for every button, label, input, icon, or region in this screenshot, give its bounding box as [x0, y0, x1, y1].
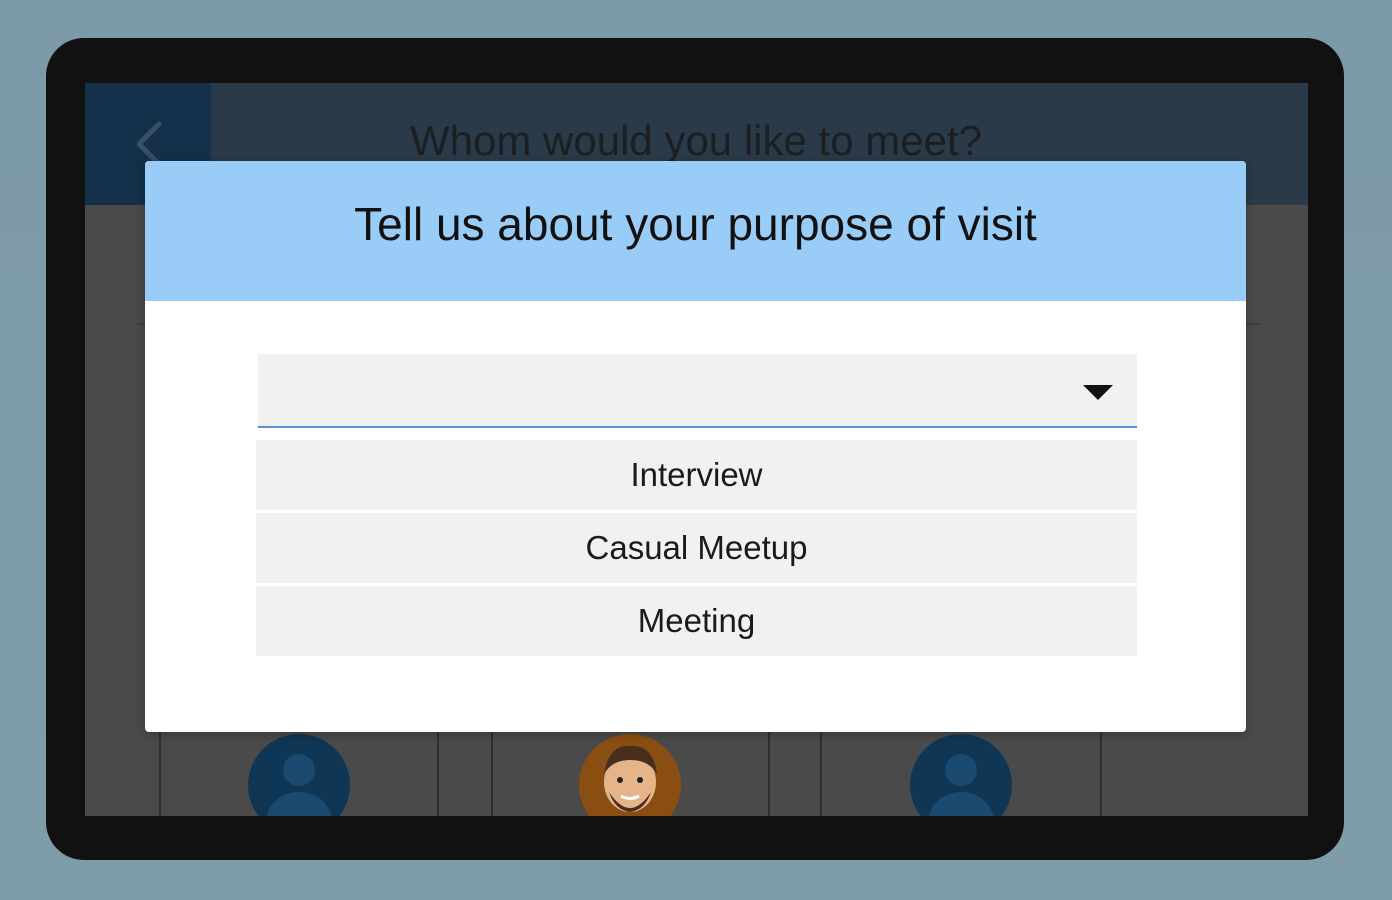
person-icon	[945, 754, 977, 786]
divider	[768, 731, 770, 816]
option-meeting[interactable]: Meeting	[256, 586, 1137, 656]
purpose-options-list: Interview Casual Meetup Meeting	[256, 440, 1137, 659]
divider	[820, 731, 822, 816]
divider	[437, 731, 439, 816]
caret-down-icon[interactable]	[1083, 385, 1113, 400]
page-title: Whom would you like to meet?	[410, 117, 982, 164]
person-icon	[283, 754, 315, 786]
people-list	[85, 731, 1308, 816]
avatar[interactable]	[579, 734, 681, 816]
divider	[159, 731, 161, 816]
divider	[1100, 731, 1102, 816]
dialog-title: Tell us about your purpose of visit	[354, 198, 1037, 250]
person-photo	[579, 734, 681, 816]
dialog-header: Tell us about your purpose of visit	[145, 161, 1246, 301]
purpose-dialog: Tell us about your purpose of visit Inte…	[145, 161, 1246, 732]
divider	[491, 731, 493, 816]
avatar[interactable]	[248, 734, 350, 816]
purpose-select[interactable]	[258, 354, 1137, 428]
option-casual-meetup[interactable]: Casual Meetup	[256, 513, 1137, 583]
avatar[interactable]	[910, 734, 1012, 816]
option-interview[interactable]: Interview	[256, 440, 1137, 510]
